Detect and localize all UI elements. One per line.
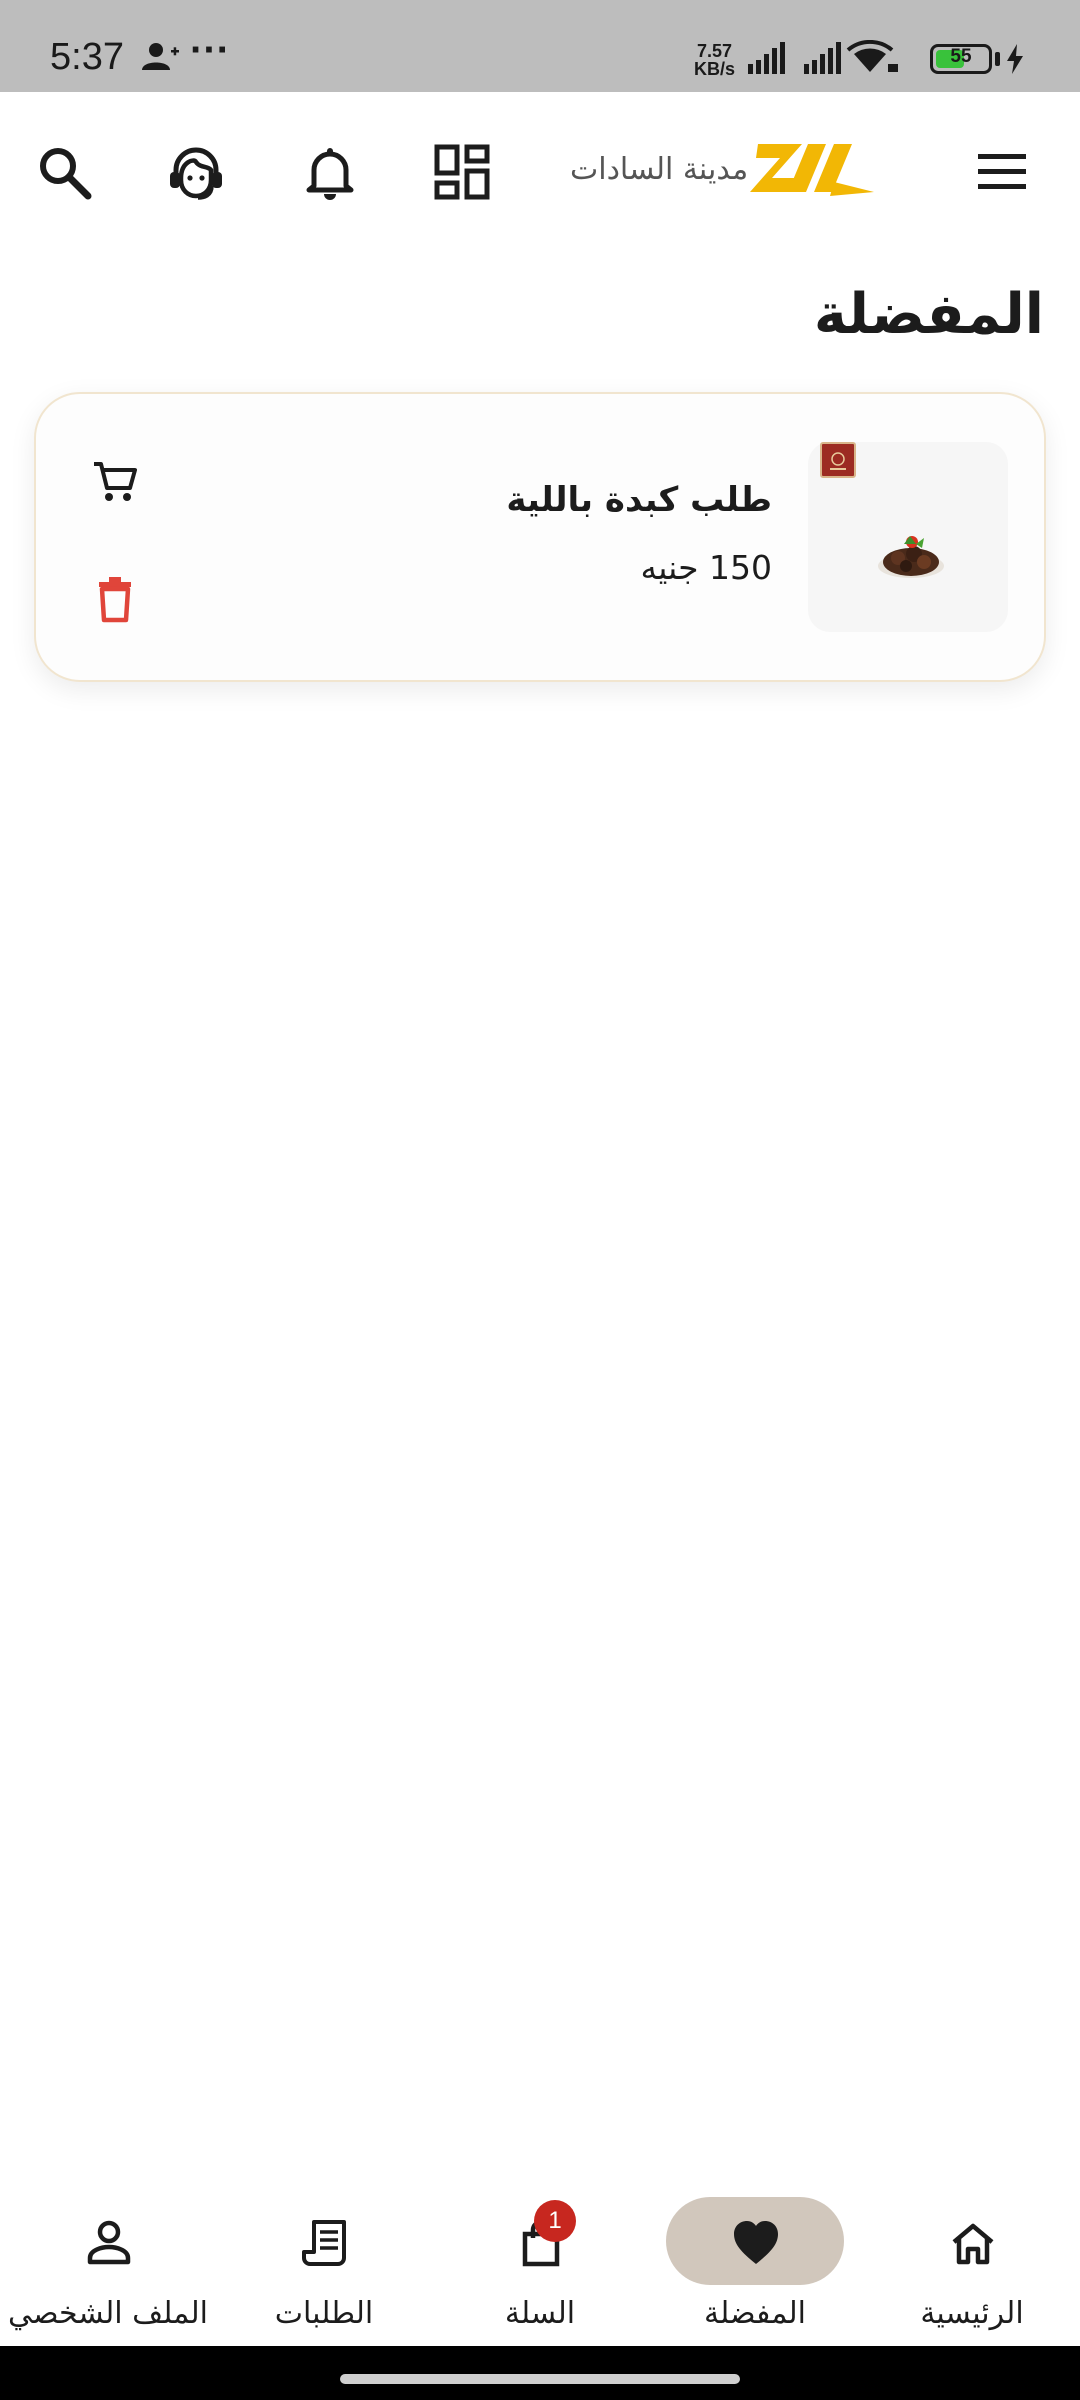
net-speed-unit: KB/s bbox=[694, 59, 736, 79]
battery-icon: 55 bbox=[930, 44, 992, 74]
status-more: ··· bbox=[190, 28, 230, 72]
cart-count-badge: 1 bbox=[534, 2200, 576, 2242]
nav-label-cart: السلة bbox=[504, 2296, 576, 2331]
logo-text: مدينة السادات bbox=[570, 152, 749, 187]
nav-label-favorites: المفضلة bbox=[703, 2296, 807, 2331]
wifi-icon bbox=[846, 39, 898, 72]
app-header: مدينة السادات bbox=[0, 92, 1080, 248]
nav-label-orders: الطلبات bbox=[274, 2296, 374, 2331]
net-speed-value: 7.57 bbox=[696, 41, 733, 61]
app-logo[interactable]: مدينة السادات bbox=[570, 134, 880, 214]
system-nav-bar bbox=[0, 2346, 1080, 2400]
home-indicator[interactable] bbox=[340, 2374, 740, 2384]
support-agent-icon[interactable] bbox=[164, 140, 228, 204]
status-right-icons bbox=[748, 39, 918, 80]
signal-icon bbox=[748, 42, 785, 74]
home-icon bbox=[952, 2223, 994, 2265]
delete-icon[interactable] bbox=[90, 574, 140, 624]
favorite-item-card[interactable]: طلب كبدة باللية 150 جنيه bbox=[34, 392, 1046, 682]
signal-2-icon bbox=[804, 42, 841, 74]
search-icon[interactable] bbox=[32, 140, 96, 204]
nav-item-profile[interactable]: الملف الشخصي bbox=[8, 2180, 208, 2331]
dashboard-grid-icon[interactable] bbox=[430, 140, 494, 204]
nav-item-home[interactable]: الرئيسية bbox=[872, 2180, 1072, 2331]
add-to-cart-icon[interactable] bbox=[90, 456, 140, 506]
item-name[interactable]: طلب كبدة باللية bbox=[506, 480, 772, 520]
nav-label-home: الرئيسية bbox=[920, 2296, 1024, 2331]
item-price: 150 جنيه bbox=[640, 548, 773, 587]
net-speed: 7.57 KB/s bbox=[694, 42, 735, 78]
restaurant-logo-icon bbox=[820, 442, 856, 478]
person-icon bbox=[87, 2220, 131, 2265]
logo-mark-icon bbox=[750, 144, 874, 196]
food-image bbox=[878, 536, 944, 578]
status-time: 5:37 bbox=[50, 36, 124, 78]
battery-level: 55 bbox=[950, 46, 972, 67]
receipt-icon bbox=[302, 2220, 346, 2266]
item-thumbnail[interactable] bbox=[808, 442, 1008, 632]
bell-icon[interactable] bbox=[298, 140, 362, 204]
charging-bolt-icon bbox=[1007, 44, 1023, 74]
heart-icon bbox=[734, 2221, 778, 2264]
nav-item-favorites[interactable]: المفضلة bbox=[655, 2180, 855, 2331]
menu-icon[interactable] bbox=[970, 140, 1034, 204]
battery-nub bbox=[995, 52, 1000, 66]
nav-item-cart[interactable]: 1 السلة bbox=[440, 2180, 640, 2331]
nav-label-profile: الملف الشخصي bbox=[8, 2296, 208, 2331]
nav-item-orders[interactable]: الطلبات bbox=[224, 2180, 424, 2331]
status-bar: 5:37 ··· 7.57 KB/s 55 bbox=[0, 0, 1080, 92]
page-title: المفضلة bbox=[813, 282, 1044, 347]
